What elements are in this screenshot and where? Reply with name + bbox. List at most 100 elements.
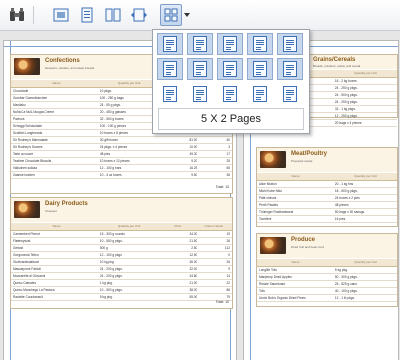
table-cell: Raclette Courdavault (13, 295, 43, 299)
page-layout-cell[interactable] (157, 83, 183, 105)
table-cell: Queso Manchego La Pastora (13, 288, 55, 292)
report-title: Dairy Products (45, 201, 88, 207)
table-cell: 112 (224, 246, 230, 250)
table-cell: 5 kg pkg. (99, 295, 113, 299)
table-row: Longlife Tofu 5 kg pkg. (257, 267, 397, 274)
table-cell: 65 (226, 166, 230, 170)
table-row: Gorgonzola Telino 12 - 100 g pkgs 12.50 0 (11, 252, 232, 259)
table-cell: Valkoinen suklaa (13, 166, 37, 170)
table-cell: Alice Mutton (259, 182, 277, 186)
table-cell: 24 - 250 g pkgs. (334, 86, 358, 90)
page-layout-cell[interactable] (217, 33, 243, 55)
report-subtitle: Prepared meats (291, 159, 313, 163)
table-row: Thüringer Rostbratwurst 50 bags x 30 saus… (257, 209, 397, 216)
column-header: Quantity per Unit (117, 81, 141, 85)
table-row: Fløtemysost 10 - 500 g pkgs. 21.50 26 (11, 238, 232, 245)
table-cell: Pâté chinois (259, 196, 277, 200)
page-layout-cell[interactable] (217, 83, 243, 105)
page-layout-cell[interactable] (247, 33, 273, 55)
column-header: Name (52, 81, 61, 85)
table-cell: 16.25 (189, 166, 198, 170)
page-icon (163, 86, 177, 102)
table-row: Mishi Kobe Niku 18 - 500 g pkgs. (257, 188, 397, 195)
table-cell: 18 - 500 g pkgs. (334, 189, 358, 193)
table-cell: Geitost (13, 246, 24, 250)
binoculars-icon[interactable] (6, 4, 28, 26)
table-cell: 10 - 4 oz boxes (99, 173, 122, 177)
page-icon (253, 61, 267, 77)
table-cell: 12 - 100 g pkgs (99, 253, 122, 257)
column-header: Quantity per Unit (354, 71, 377, 75)
table-cell: 24 - 500 g pkgs. (334, 93, 358, 97)
page-icon (283, 36, 297, 52)
table-rows: Longlife Tofu 5 kg pkg. Manjimup Dried App… (257, 267, 397, 302)
table-cell: 12 - 250 g pkgs. (334, 114, 358, 118)
table-cell: 24 - 200 g pkgs. (99, 267, 123, 271)
table-cell: Tarte au sucre (13, 152, 34, 156)
page-icon (283, 86, 297, 102)
fit-width-icon[interactable] (128, 4, 150, 26)
column-header: Units in Stock (204, 224, 223, 228)
table-cell: 500 g (99, 246, 108, 250)
page-layout-cell[interactable] (157, 58, 183, 80)
page-layout-cell[interactable] (187, 83, 213, 105)
report-title: Grains/Cereals (313, 57, 356, 63)
table-row: Raclette Courdavault 5 kg pkg. 55.00 79 (11, 294, 232, 301)
page-layout-cell[interactable] (247, 58, 273, 80)
table-cell: 55.00 (189, 295, 198, 299)
table-row: Mozzarella di Giovanni 24 - 200 g pkgs. 34… (11, 273, 232, 280)
table-cell: 26 (226, 260, 230, 264)
table-cell: 1 kg pkg. (99, 281, 113, 285)
page-layout-cell[interactable] (277, 83, 303, 105)
report-title: Confections (45, 58, 80, 64)
table-row: Tofu 40 - 100 g pkgs. (257, 288, 397, 295)
table-cell: Maxilaku (13, 103, 26, 107)
page-layout-cell[interactable] (277, 33, 303, 55)
table-row: Rössle Sauerkraut 25 - 825 g cans (257, 281, 397, 288)
table-cell: 32 - 500 g boxes (99, 117, 124, 121)
table-row: Camembert Pierrot 15 - 300 g rounds 34.00 1… (11, 231, 232, 238)
dropdown-arrow-icon[interactable] (184, 13, 190, 17)
page-icon (223, 86, 237, 102)
page-icon (283, 61, 297, 77)
page-icon (193, 61, 207, 77)
report-header: Meat/Poultry Prepared meats (257, 148, 397, 172)
table-cell: 5 kg pkg. (334, 268, 348, 272)
table-header: Name Quantity per Unit (257, 173, 397, 181)
multiple-pages-icon[interactable] (160, 4, 182, 26)
table-cell: Queso Cabrales (13, 281, 37, 285)
page-layout-cell[interactable] (217, 58, 243, 80)
table-cell: 12 - 100 g bars (99, 166, 122, 170)
table-cell: Sir Rodney's Scones (13, 145, 43, 149)
table-cell: 12 - 1 lb pkgs. (334, 296, 355, 300)
table-cell: 32 - 1 kg pkgs. (334, 107, 356, 111)
table-row: Tarte au sucre 48 pies 49.30 17 (11, 151, 232, 158)
single-page-icon[interactable] (76, 4, 98, 26)
table-cell: Scottish Longbreads (13, 131, 43, 135)
page-layout-cell[interactable] (187, 58, 213, 80)
two-pages-icon[interactable] (102, 4, 124, 26)
column-header: Quantity per Unit (117, 224, 141, 228)
table-cell: Zaanse koeken (13, 173, 35, 177)
table-cell: 36.00 (189, 260, 198, 264)
table-cell: Teatime Chocolate Biscuits (13, 159, 52, 163)
page-layout-cell[interactable] (157, 33, 183, 55)
table-cell: 20 - 1 kg tins (334, 182, 354, 186)
table-cell: 50 bags x 30 sausgs. (334, 210, 366, 214)
report-total: Total: 10 (215, 300, 229, 304)
category-photo (260, 151, 286, 168)
one-page-icon[interactable] (50, 4, 72, 26)
page-layout-cell[interactable] (247, 83, 273, 105)
table-cell: 3 (228, 145, 230, 149)
table-row: Pâté chinois 24 boxes x 2 pies (257, 195, 397, 202)
table-cell: 24 pkgs. x 4 pieces (99, 145, 128, 149)
page-layout-cell[interactable] (187, 33, 213, 55)
table-row: Teatime Chocolate Biscuits 10 boxes x 12 … (11, 158, 232, 165)
table-cell: 26 (226, 239, 230, 243)
category-photo (14, 58, 40, 75)
page-layout-cell[interactable] (277, 58, 303, 80)
table-cell: 38.00 (189, 288, 198, 292)
table-header: Name Quantity per Unit (257, 259, 397, 267)
table-cell: Fløtemysost (13, 239, 31, 243)
table-cell: 32.00 (189, 267, 198, 271)
